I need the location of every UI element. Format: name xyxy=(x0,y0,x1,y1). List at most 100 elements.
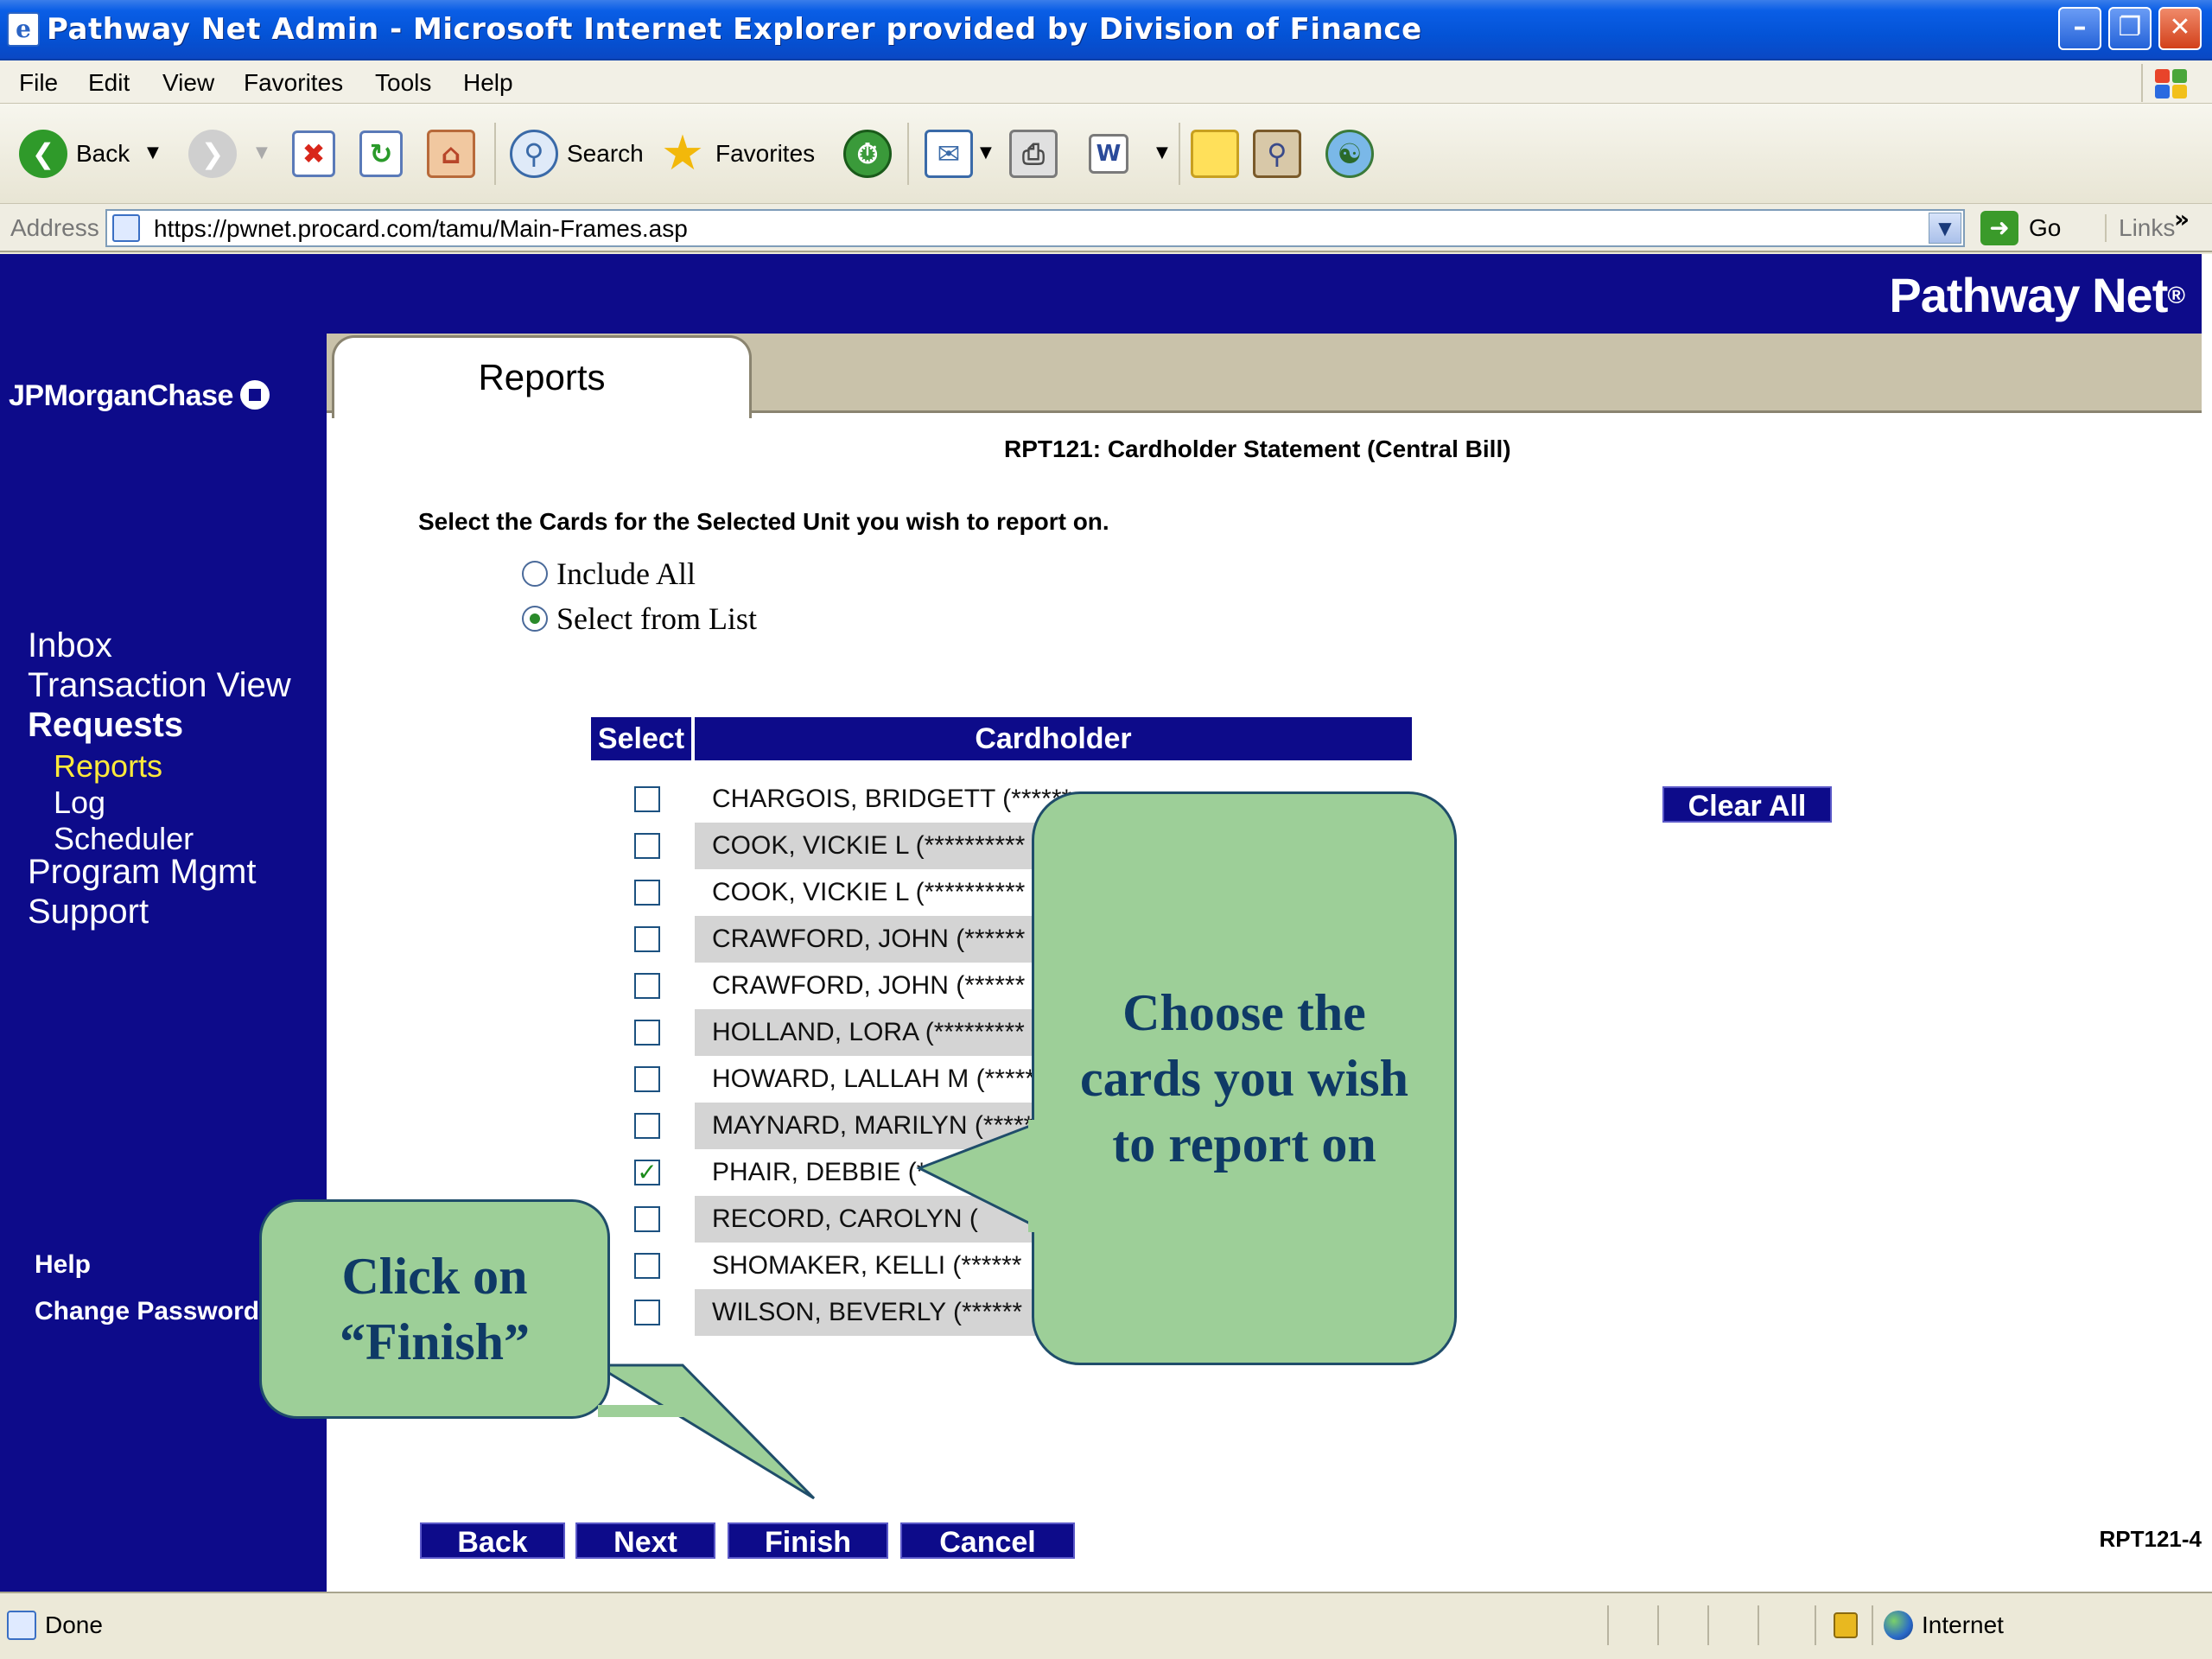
row-checkbox-checked[interactable]: ✓ xyxy=(634,1160,660,1185)
column-header-cardholder: Cardholder xyxy=(695,717,1412,760)
row-checkbox[interactable] xyxy=(634,786,660,812)
forward-button[interactable]: ❯ xyxy=(188,126,237,181)
edit-dropdown-icon[interactable]: ▼ xyxy=(1156,145,1168,161)
cancel-button[interactable]: Cancel xyxy=(900,1522,1075,1559)
back-button-label: Back xyxy=(76,140,130,167)
menu-file[interactable]: File xyxy=(19,69,58,97)
sidebar-item-help[interactable]: Help xyxy=(35,1249,91,1281)
option-label: Include All xyxy=(556,556,696,591)
stop-button[interactable]: ✖ xyxy=(292,126,335,181)
row-checkbox[interactable] xyxy=(634,1300,660,1325)
cardholder-name: HOWARD, LALLAH M (***** xyxy=(712,1065,1035,1093)
go-arrow-icon: ➜ xyxy=(1980,211,2018,245)
minimize-button[interactable]: – xyxy=(2058,7,2101,50)
forward-dropdown-icon[interactable]: ▼ xyxy=(256,145,268,161)
menu-help[interactable]: Help xyxy=(463,69,513,97)
tab-label: Reports xyxy=(478,357,606,397)
history-icon: ⏱ xyxy=(843,130,892,178)
maximize-button[interactable]: ❐ xyxy=(2108,7,2152,50)
go-button[interactable]: ➜ Go xyxy=(1980,211,2061,245)
menu-favorites[interactable]: Favorites xyxy=(244,69,343,97)
back-arrow-icon: ❮ xyxy=(19,130,67,178)
sidebar-item-transaction-view[interactable]: Transaction View xyxy=(28,665,291,705)
address-url[interactable]: https://pwnet.procard.com/tamu/Main-Fram… xyxy=(154,214,688,244)
row-checkbox[interactable] xyxy=(634,880,660,906)
cardholder-name: CRAWFORD, JOHN (****** xyxy=(712,925,1026,953)
row-checkbox[interactable] xyxy=(634,926,660,952)
links-button[interactable]: Links xyxy=(2105,214,2175,242)
refresh-button[interactable]: ↻ xyxy=(359,126,403,181)
browser-toolbar: ❮ Back ▼ ❯ ▼ ✖ ↻ ⌂ ⚲ Search ★ Favorites … xyxy=(0,104,2212,204)
menu-tools[interactable]: Tools xyxy=(375,69,431,97)
tab-reports[interactable]: Reports xyxy=(332,335,752,418)
research-icon: ⚲ xyxy=(1253,130,1301,178)
cardholder-name: CHARGOIS, BRIDGETT (****** xyxy=(712,785,1072,813)
next-button[interactable]: Next xyxy=(575,1522,715,1559)
row-checkbox[interactable] xyxy=(634,1020,660,1046)
print-icon: ⎙ xyxy=(1009,130,1058,178)
row-checkbox[interactable] xyxy=(634,1206,660,1232)
window-titlebar[interactable]: e Pathway Net Admin - Microsoft Internet… xyxy=(0,0,2212,60)
row-checkbox[interactable] xyxy=(634,1066,660,1092)
finish-button[interactable]: Finish xyxy=(728,1522,888,1559)
home-button[interactable]: ⌂ xyxy=(427,126,475,181)
chevron-right-icon[interactable]: » xyxy=(2174,206,2190,233)
refresh-icon: ↻ xyxy=(359,130,403,177)
sidebar-item-requests[interactable]: Requests xyxy=(28,705,183,745)
radio-include-all[interactable] xyxy=(522,561,548,587)
history-button[interactable]: ⏱ xyxy=(843,126,892,181)
option-include-all[interactable]: Include All xyxy=(522,556,696,591)
search-button-label: Search xyxy=(567,140,644,167)
search-button[interactable]: ⚲ Search xyxy=(510,126,644,181)
row-checkbox[interactable] xyxy=(634,973,660,999)
option-select-from-list[interactable]: Select from List xyxy=(522,601,757,636)
row-checkbox[interactable] xyxy=(634,1253,660,1279)
menu-view[interactable]: View xyxy=(162,69,214,97)
sidebar-item-support[interactable]: Support xyxy=(28,892,149,931)
close-button[interactable]: ✕ xyxy=(2158,7,2202,50)
column-header-select: Select xyxy=(591,717,691,760)
star-icon: ★ xyxy=(660,125,705,181)
sidebar-item-log[interactable]: Log xyxy=(54,783,105,823)
security-zone: Internet xyxy=(1922,1611,2004,1638)
address-dropdown-icon[interactable]: ▼ xyxy=(1929,213,1961,244)
lock-icon xyxy=(1834,1612,1858,1638)
radio-select-from-list[interactable] xyxy=(522,606,548,632)
back-nav-button[interactable]: Back xyxy=(420,1522,565,1559)
word-edit-icon: W xyxy=(1089,134,1128,174)
print-button[interactable]: ⎙ xyxy=(1009,126,1058,181)
sidebar-item-program-mgmt[interactable]: Program Mgmt xyxy=(28,852,257,892)
menu-bar: File Edit View Favorites Tools Help xyxy=(0,60,2212,104)
cardholder-name: COOK, VICKIE L (********** xyxy=(712,831,1026,860)
research-button[interactable]: ⚲ xyxy=(1253,126,1301,181)
edit-button[interactable]: W xyxy=(1089,126,1128,181)
brand-name: Pathway Net xyxy=(1889,268,2168,322)
back-button[interactable]: ❮ Back xyxy=(19,126,130,181)
sidebar-item-change-password[interactable]: Change Password xyxy=(35,1296,259,1327)
window-title: Pathway Net Admin - Microsoft Internet E… xyxy=(47,12,1422,47)
stop-icon: ✖ xyxy=(292,130,335,177)
messenger-button[interactable]: ☯ xyxy=(1325,126,1374,181)
mail-dropdown-icon[interactable]: ▼ xyxy=(980,145,992,161)
row-checkbox[interactable] xyxy=(634,1113,660,1139)
registered-mark: ® xyxy=(2167,282,2185,308)
bank-name: JPMorganChase xyxy=(9,379,233,412)
ie-app-icon[interactable]: e xyxy=(7,12,40,47)
address-input[interactable]: https://pwnet.procard.com/tamu/Main-Fram… xyxy=(105,209,1965,247)
address-bar: Address https://pwnet.procard.com/tamu/M… xyxy=(0,204,2212,252)
globe-icon xyxy=(1884,1611,1913,1640)
status-bar: Done Internet xyxy=(0,1592,2212,1659)
callout-pointer-choose xyxy=(916,1121,1039,1230)
callout-choose-cards: Choose the cards you wish to report on xyxy=(1032,791,1457,1365)
cardholder-name: CRAWFORD, JOHN (****** xyxy=(712,971,1026,1000)
back-dropdown-icon[interactable]: ▼ xyxy=(147,145,159,161)
home-icon: ⌂ xyxy=(427,130,475,178)
mail-button[interactable]: ✉ xyxy=(925,126,973,181)
sidebar-item-reports[interactable]: Reports xyxy=(54,747,162,786)
row-checkbox[interactable] xyxy=(634,833,660,859)
favorites-button[interactable]: ★ Favorites xyxy=(658,126,815,181)
menu-edit[interactable]: Edit xyxy=(88,69,130,97)
sidebar-item-inbox[interactable]: Inbox xyxy=(28,626,112,665)
discuss-button[interactable] xyxy=(1191,126,1239,181)
clear-all-button[interactable]: Clear All xyxy=(1662,786,1832,823)
